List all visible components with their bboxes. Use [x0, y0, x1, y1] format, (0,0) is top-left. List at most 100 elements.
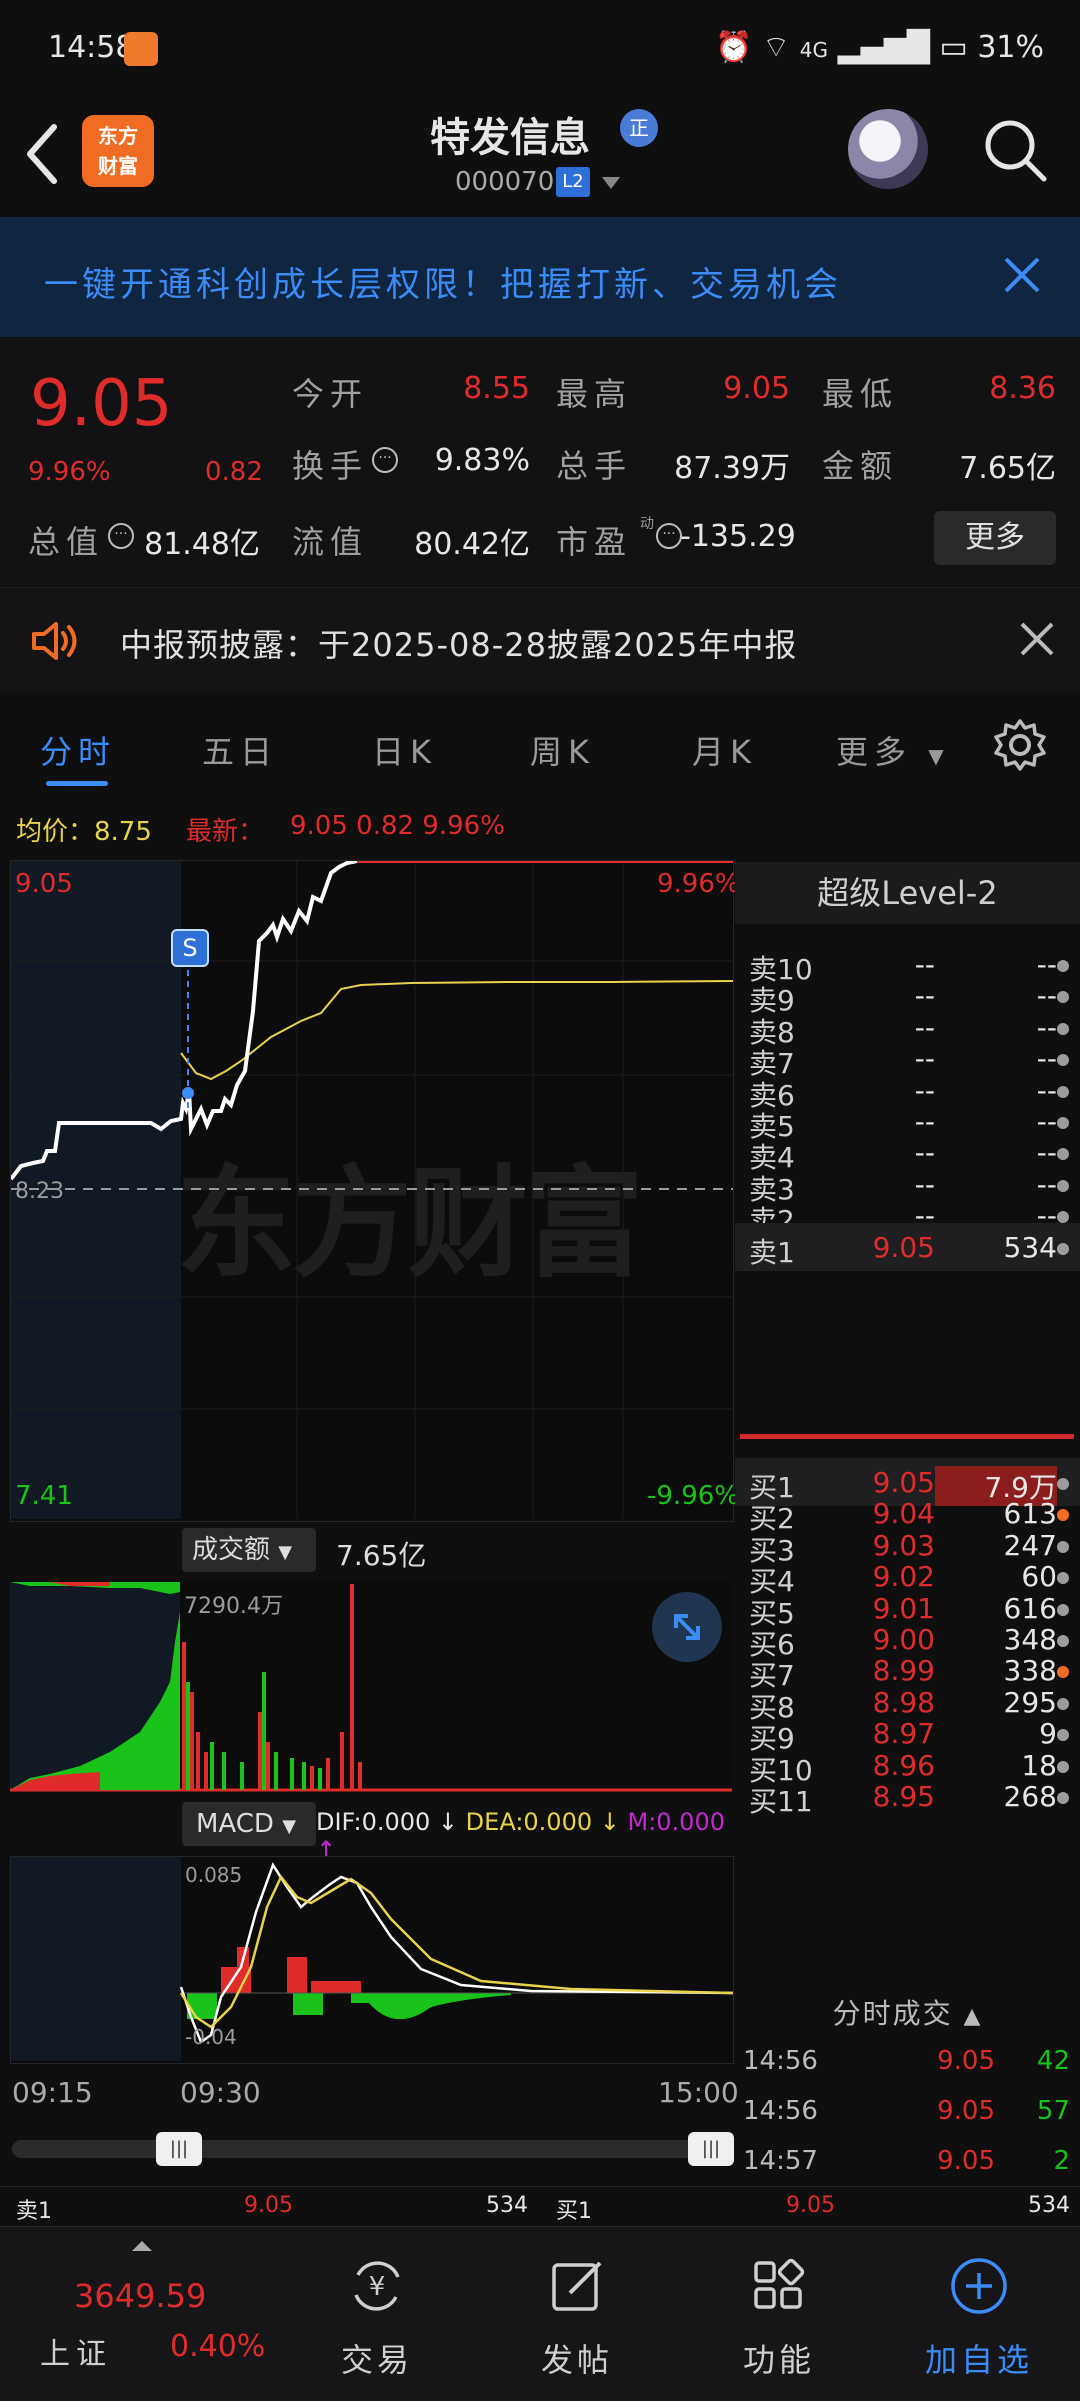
trade-time: 14:56 [743, 2046, 818, 2076]
volume-chart[interactable]: 7290.4万 [10, 1582, 732, 1792]
trade-time: 14:56 [743, 2096, 818, 2126]
buy-volume: 268 [1003, 1780, 1057, 1813]
pct-change: 9.96% [28, 457, 111, 487]
low-value: 8.36 [989, 371, 1056, 406]
info-dots-icon[interactable]: ··· [656, 523, 682, 549]
nav-post[interactable]: 发帖 [512, 2255, 642, 2381]
index-pct: 0.40% [170, 2329, 266, 2364]
grid-icon [754, 2258, 805, 2309]
tab-daily-k[interactable]: 日K [372, 727, 437, 773]
bottom-book-strip: 卖1 9.05 534 买1 9.05 534 [0, 2186, 1080, 2227]
index-name: 上证 [40, 2337, 112, 2372]
macd-dif: DIF:0.000 [316, 1808, 431, 1836]
float-label: 流值 [292, 523, 369, 561]
sell-marker[interactable]: S [171, 929, 209, 967]
status-dot [1057, 1729, 1069, 1742]
intraday-lines [11, 861, 733, 1519]
axis-bottom-pct: -9.96% [647, 1481, 739, 1511]
gear-icon[interactable] [992, 717, 1048, 773]
tab-intraday[interactable]: 分时 [40, 727, 116, 773]
nav-add-watchlist[interactable]: 加自选 [914, 2255, 1044, 2381]
strip-buy-price: 9.05 [786, 2193, 835, 2218]
info-dots-icon[interactable]: ··· [108, 523, 134, 549]
close-icon[interactable] [1018, 620, 1056, 658]
low-label: 最低 [822, 375, 899, 413]
trade-icon: ¥ [354, 2261, 400, 2311]
axis-ref-price: 8.23 [15, 1179, 64, 1204]
trades-title-label: 分时成交 [832, 1997, 953, 2030]
status-dot [1057, 1666, 1069, 1679]
sell-volume: 534 [1003, 1230, 1057, 1264]
nav-add-watchlist-label: 加自选 [924, 2341, 1033, 2379]
trade-volume: 42 [1036, 2046, 1070, 2076]
pe-value: -135.29 [680, 519, 796, 554]
notice-bar[interactable]: 中报预披露：于2025-08-28披露2025年中报 [0, 587, 1080, 695]
close-icon[interactable] [1000, 253, 1044, 297]
status-dot [1057, 1054, 1069, 1067]
level2-badge: L2 [556, 167, 590, 197]
svg-text:¥: ¥ [369, 2272, 386, 2302]
high-value: 9.05 [723, 371, 790, 406]
status-dot [1057, 1085, 1069, 1098]
range-handle-right[interactable]: ||| [688, 2132, 734, 2166]
chevron-up-icon: ▲ [963, 2004, 983, 2029]
volume-label: 总手 [556, 447, 633, 485]
macd-selector[interactable]: MACD ▼ [182, 1802, 316, 1846]
tab-weekly-k[interactable]: 周K [530, 727, 595, 773]
more-button[interactable]: 更多 [934, 511, 1056, 565]
macd-lines [11, 1857, 733, 2061]
volume-bars [10, 1582, 732, 1792]
nav-functions-label: 功能 [742, 2341, 815, 2379]
info-dots-icon[interactable]: ··· [372, 447, 398, 473]
intraday-chart[interactable]: 东方财富 S 9.05 9.96% 8.23 7.41 -9.96% [10, 860, 740, 1522]
time-end: 15:00 [658, 2076, 739, 2109]
open-value: 8.55 [463, 371, 530, 406]
volume-amount: 7.65亿 [336, 1539, 427, 1572]
nav-functions[interactable]: 功能 [714, 2255, 844, 2381]
volume-value: 87.39万 [674, 451, 790, 486]
status-badge: 正 [620, 109, 658, 147]
alarm-icon: ⏰ [715, 30, 753, 65]
code-dropdown-icon[interactable] [602, 177, 620, 189]
trades-title[interactable]: 分时成交 ▲ [735, 1992, 1080, 2032]
notification-app-icon [124, 32, 158, 66]
network-type: 4G [799, 38, 829, 62]
buy-row[interactable]: 买11 8.95 268 [735, 1772, 1080, 1820]
brand-logo[interactable]: 东方 财富 [82, 115, 154, 187]
status-dot [1057, 1760, 1069, 1773]
strip-sell-vol: 534 [486, 2193, 528, 2218]
status-dot [1057, 1478, 1069, 1490]
stock-code[interactable]: 000070 [455, 167, 554, 197]
tab-five-day[interactable]: 五日 [202, 727, 278, 773]
notice-text[interactable]: 中报预披露：于2025-08-28披露2025年中报 [120, 620, 797, 666]
expand-icon[interactable] [652, 1592, 722, 1662]
time-range-slider[interactable]: ||| ||| [12, 2132, 734, 2166]
volume-selector[interactable]: 成交额 ▼ [182, 1528, 316, 1572]
range-handle-left[interactable]: ||| [156, 2132, 202, 2166]
trade-row: 14:56 9.05 57 [735, 2096, 1080, 2144]
axis-top-price: 9.05 [15, 869, 73, 899]
order-book-title[interactable]: 超级Level-2 [735, 862, 1080, 924]
search-icon[interactable] [980, 115, 1050, 185]
chevron-up-icon [132, 2241, 152, 2251]
sell-row[interactable]: 卖1 9.05 534 [735, 1222, 1080, 1271]
wifi-icon: ⌔ [762, 30, 791, 65]
arrow-down-icon: ↓ [592, 1808, 628, 1836]
battery-level: 31% [977, 30, 1044, 65]
axis-top-pct: 9.96% [657, 869, 740, 899]
assistant-robot-icon[interactable] [848, 109, 928, 189]
banner-text[interactable]: 一键开通科创成长层权限！把握打新、交易机会 [44, 257, 842, 306]
tab-monthly-k[interactable]: 月K [692, 727, 757, 773]
tab-more[interactable]: 更多 ▼ [836, 727, 950, 773]
nav-post-label: 发帖 [540, 2341, 613, 2379]
macd-chart[interactable]: 0.085 -0.04 [10, 1856, 734, 2064]
nav-trade-label: 交易 [340, 2341, 413, 2379]
back-icon[interactable] [22, 119, 62, 189]
sell-level: 卖1 [749, 1235, 795, 1269]
edit-icon [552, 2261, 602, 2311]
status-dot [1057, 1635, 1069, 1647]
time-open: 09:30 [180, 2076, 261, 2109]
nav-trade[interactable]: ¥ 交易 [312, 2255, 442, 2381]
promo-banner[interactable]: 一键开通科创成长层权限！把握打新、交易机会 [0, 217, 1080, 337]
trade-row: 14:56 9.05 42 [735, 2046, 1080, 2094]
